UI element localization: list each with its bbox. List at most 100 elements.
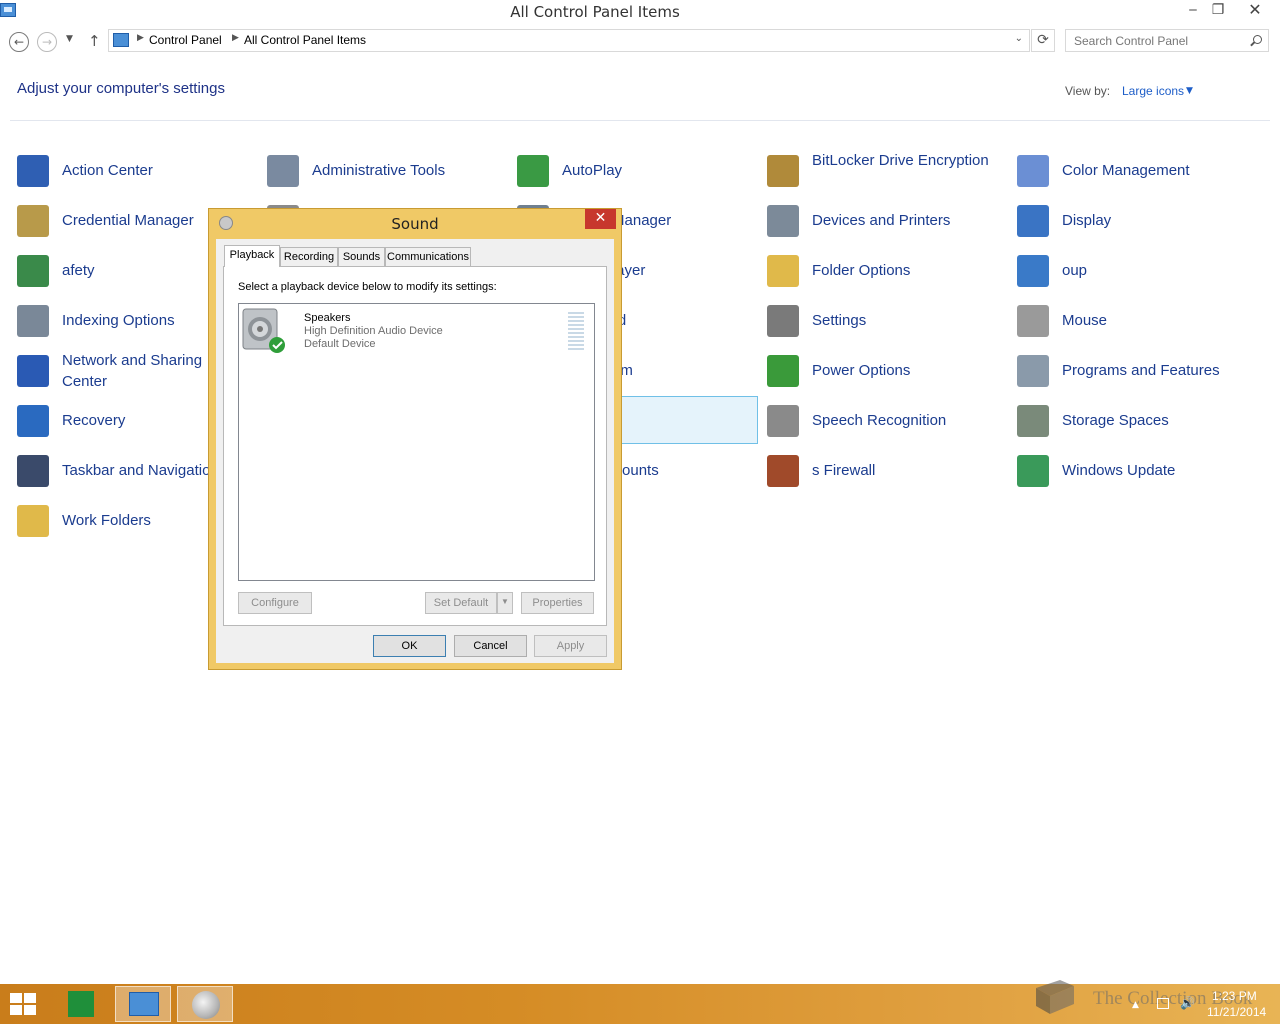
forward-button[interactable]: → [37, 32, 57, 52]
printer-icon [767, 205, 799, 237]
dialog-body: Playback Recording Sounds Communications… [216, 239, 614, 663]
maximize-button[interactable]: ❐ [1205, 0, 1231, 22]
close-button[interactable]: ✕ [1242, 0, 1268, 22]
taskbar-control-panel-button[interactable] [115, 986, 171, 1022]
tab-playback[interactable]: Playback [224, 245, 280, 267]
show-hidden-icons-button[interactable]: ▲ [1132, 1000, 1139, 1010]
cp-item-label: Taskbar and Navigation [62, 462, 219, 479]
cp-item-label: Administrative Tools [312, 162, 446, 179]
microphone-icon [767, 405, 799, 437]
view-by-dropdown[interactable]: Large icons [1122, 84, 1184, 98]
autoplay-icon [517, 155, 549, 187]
speaker-icon[interactable] [242, 308, 286, 354]
chevron-down-icon[interactable]: ▼ [1186, 86, 1193, 96]
breadcrumb-control-panel[interactable]: Control Panel [149, 33, 222, 47]
cp-item-power[interactable]: Power Options [765, 346, 1008, 394]
breadcrumb-separator[interactable]: ▶ [232, 33, 239, 43]
programs-features-icon [1017, 355, 1049, 387]
cp-item-label: Folder Options [812, 262, 911, 279]
cp-item-label: Mouse [1062, 312, 1108, 329]
window-title: All Control Panel Items [510, 3, 680, 21]
display-icon [1017, 205, 1049, 237]
settings-icon [767, 305, 799, 337]
cp-item-label: afety [62, 262, 95, 279]
ok-button[interactable]: OK [373, 635, 446, 657]
windows-logo-icon [10, 1005, 22, 1015]
cp-item-programs-features[interactable]: Programs and Features [1015, 346, 1258, 394]
refresh-button[interactable]: ⟳ [1031, 29, 1055, 52]
clock-date[interactable]: 11/21/2014 [1207, 1005, 1266, 1019]
device-status: Default Device [304, 338, 376, 350]
playback-panel: Select a playback device below to modify… [223, 266, 607, 626]
breadcrumb-all-items[interactable]: All Control Panel Items [244, 33, 366, 47]
store-icon [68, 991, 94, 1017]
minimize-button[interactable]: ‒ [1180, 0, 1206, 22]
address-dropdown-icon[interactable]: ⌄ [1015, 33, 1023, 44]
recent-locations-button[interactable]: ▼ [66, 34, 73, 44]
configure-button[interactable]: Configure [238, 592, 312, 614]
back-button[interactable]: ← [9, 32, 29, 52]
cancel-button[interactable]: Cancel [454, 635, 527, 657]
cp-item-storage[interactable]: Storage Spaces [1015, 396, 1258, 444]
tab-recording[interactable]: Recording [280, 247, 338, 266]
network-icon[interactable] [1157, 998, 1169, 1009]
cp-item-label: Programs and Features [1062, 362, 1220, 379]
cp-item-homegroup[interactable]: oup [1015, 246, 1258, 294]
tab-sounds[interactable]: Sounds [338, 247, 385, 266]
color-management-icon [1017, 155, 1049, 187]
cp-item-display[interactable]: Display [1015, 196, 1258, 244]
cp-item-label: Action Center [62, 162, 153, 179]
address-bar[interactable]: ▶ Control Panel ▶ All Control Panel Item… [108, 29, 1030, 52]
tab-communications[interactable]: Communications [385, 247, 471, 266]
start-button[interactable] [10, 993, 38, 1017]
up-button[interactable]: ↑ [88, 32, 101, 50]
taskbar-sound-button[interactable] [177, 986, 233, 1022]
cp-item-flag[interactable]: Action Center [15, 146, 258, 194]
taskbar-store-button[interactable] [53, 986, 109, 1022]
search-input[interactable] [1066, 30, 1246, 51]
work-folders-icon [17, 505, 49, 537]
cp-item-label: AutoPlay [562, 162, 623, 179]
folder-options-icon [767, 255, 799, 287]
cp-item-settings[interactable]: Settings [765, 296, 1008, 344]
speaker-icon [192, 991, 220, 1019]
volume-level-meter [568, 312, 584, 352]
set-default-dropdown[interactable]: ▼ [497, 592, 513, 614]
cp-item-label: s Firewall [812, 462, 876, 479]
page-title: Adjust your computer's settings [17, 80, 225, 97]
cp-item-label: Speech Recognition [812, 412, 947, 429]
indexing-icon [17, 305, 49, 337]
cp-item-microphone[interactable]: Speech Recognition [765, 396, 1008, 444]
windows-update-icon [1017, 455, 1049, 487]
cp-item-folder-options[interactable]: Folder Options [765, 246, 1008, 294]
windows-logo-icon [10, 993, 22, 1003]
search-icon[interactable] [1253, 35, 1262, 44]
cp-item-firewall[interactable]: s Firewall [765, 446, 1008, 494]
cp-item-bitlocker[interactable]: BitLocker Drive Encryption [765, 146, 1008, 194]
device-list[interactable]: Speakers High Definition Audio Device De… [238, 303, 595, 581]
cp-item-mouse[interactable]: Mouse [1015, 296, 1258, 344]
clock-time[interactable]: 1:23 PM [1212, 989, 1257, 1003]
storage-icon [1017, 405, 1049, 437]
apply-button[interactable]: Apply [534, 635, 607, 657]
windows-logo-icon [24, 1005, 36, 1015]
cp-item-admin-tools[interactable]: Administrative Tools [265, 146, 508, 194]
cp-item-label: Devices and Printers [812, 212, 951, 229]
cp-item-windows-update[interactable]: Windows Update [1015, 446, 1258, 494]
cp-item-printer[interactable]: Devices and Printers [765, 196, 1008, 244]
control-panel-icon [129, 992, 159, 1016]
properties-button[interactable]: Properties [521, 592, 594, 614]
set-default-button[interactable]: Set Default [425, 592, 497, 614]
cp-item-label: Settings [812, 312, 867, 329]
taskbar-icon [17, 455, 49, 487]
recovery-icon [17, 405, 49, 437]
search-box[interactable] [1065, 29, 1269, 52]
credential-icon [17, 205, 49, 237]
bitlocker-icon [767, 155, 799, 187]
cp-item-color-management[interactable]: Color Management [1015, 146, 1258, 194]
cp-item-autoplay[interactable]: AutoPlay [515, 146, 758, 194]
breadcrumb-separator[interactable]: ▶ [137, 33, 144, 43]
mouse-icon [1017, 305, 1049, 337]
volume-icon[interactable]: 🔊 [1180, 996, 1195, 1010]
dialog-close-button[interactable]: ✕ [585, 209, 616, 229]
